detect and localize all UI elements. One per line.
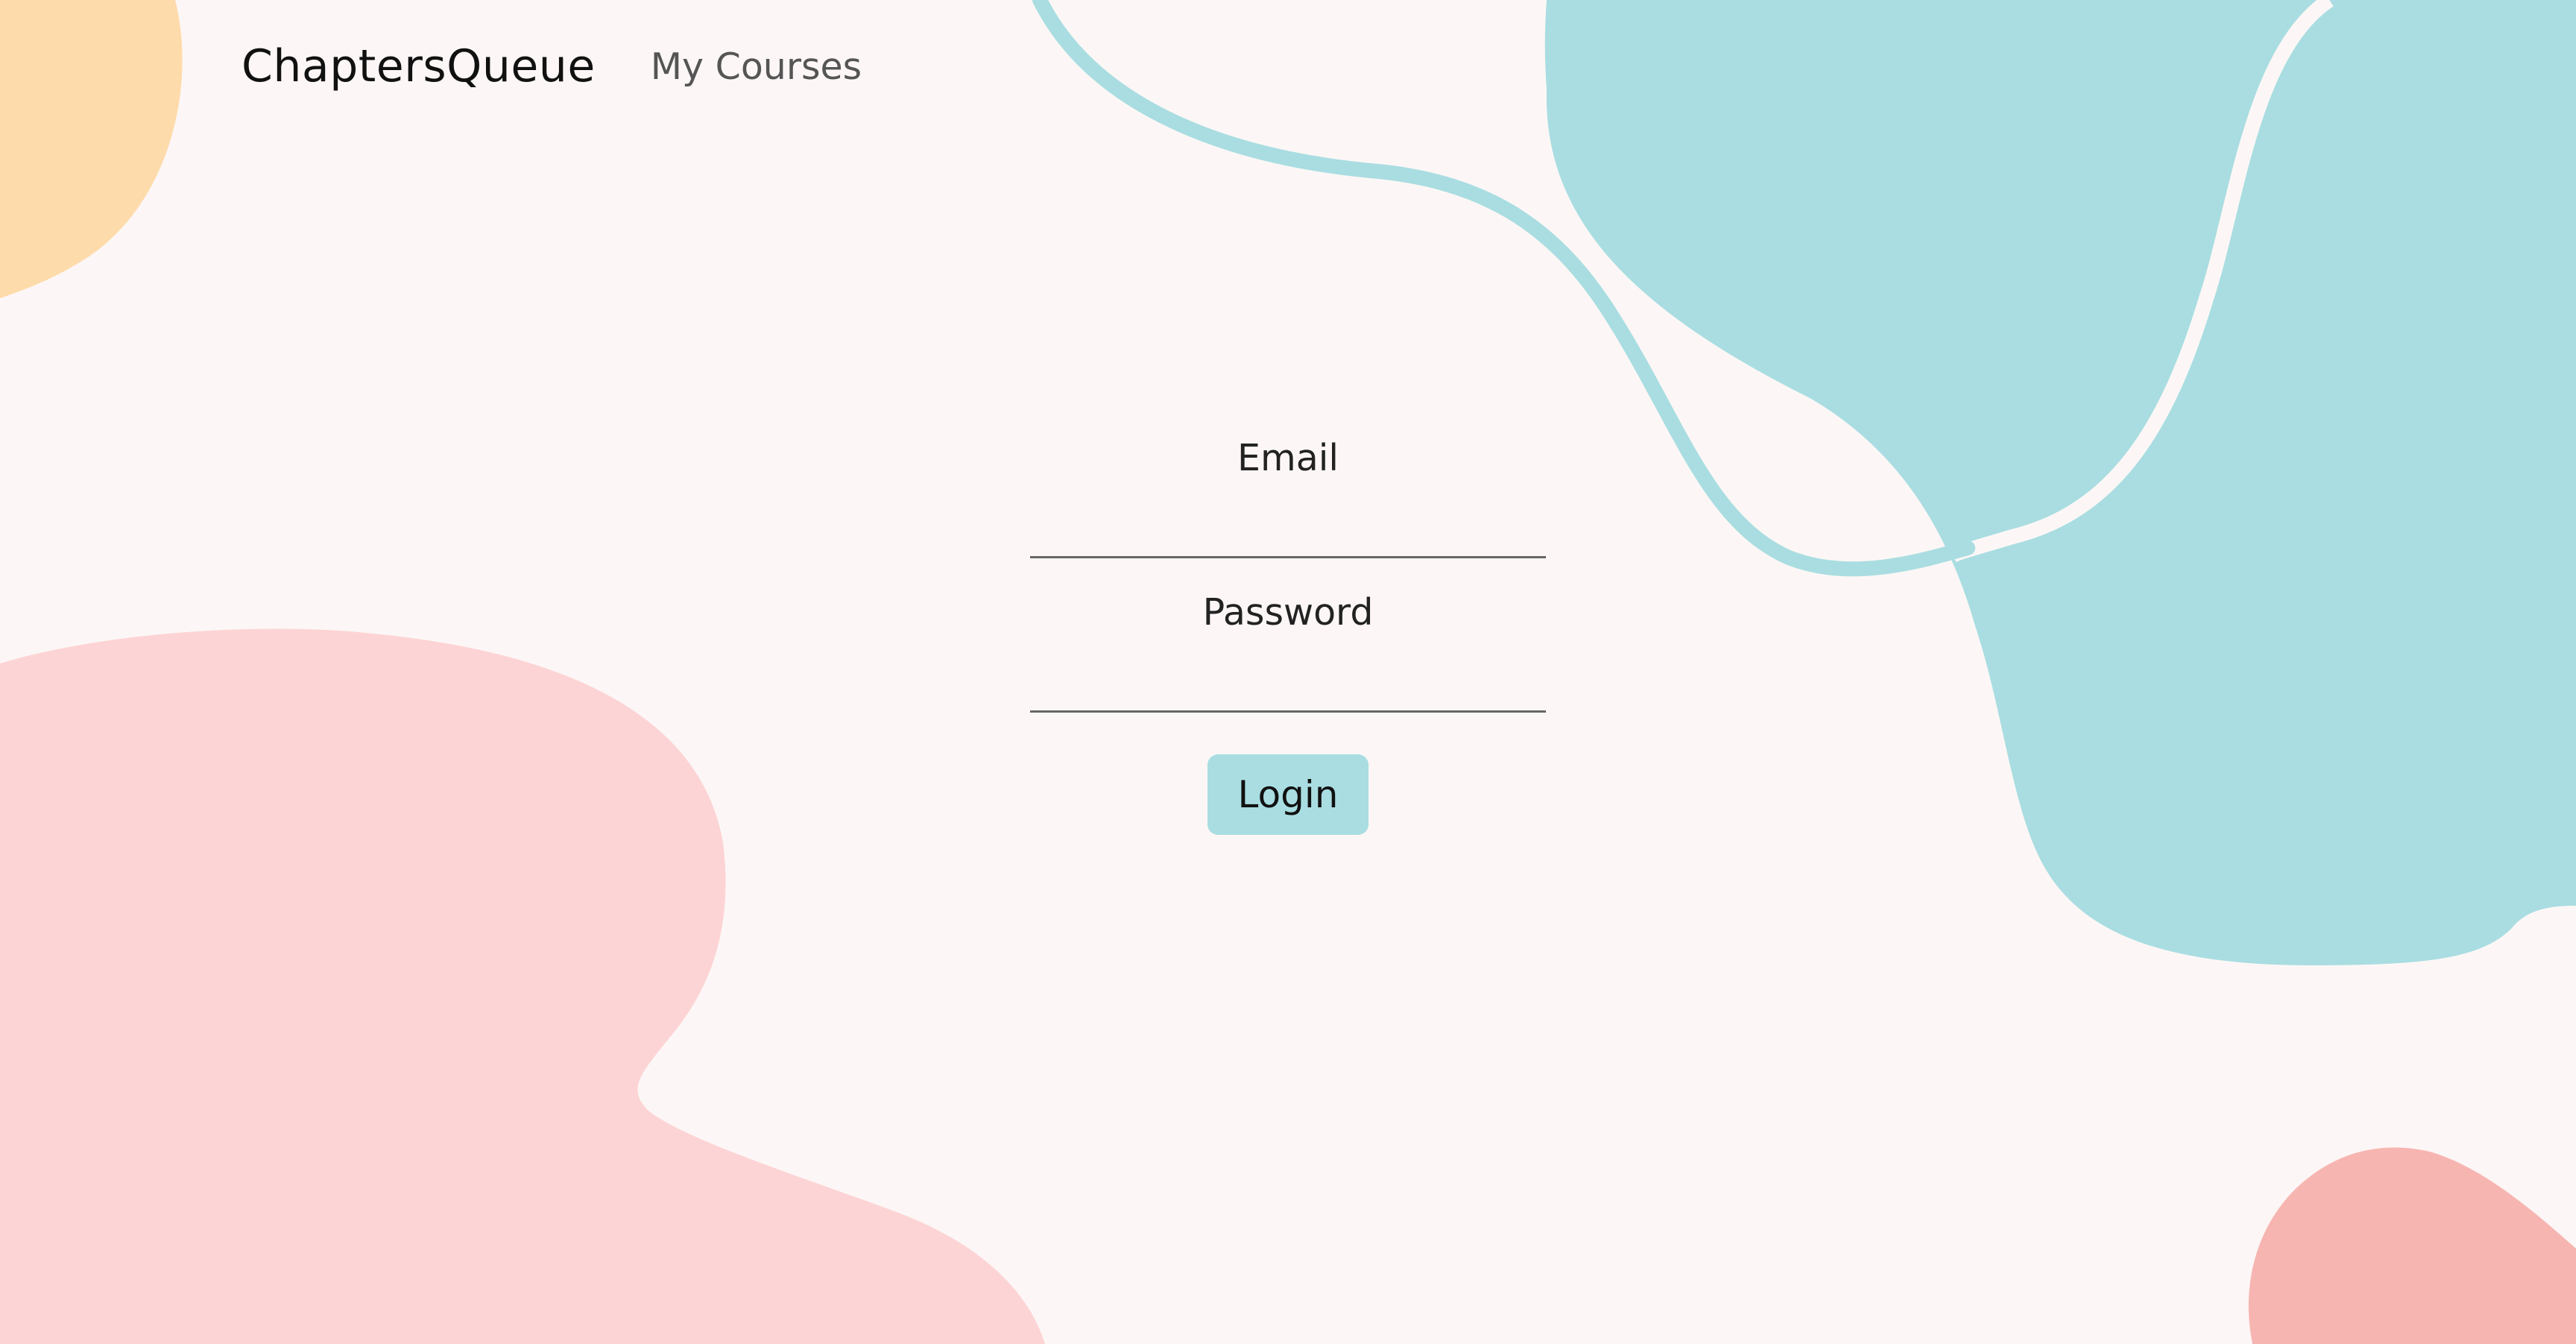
login-form: Email Password Login — [1030, 440, 1546, 835]
email-field[interactable] — [1030, 476, 1546, 558]
nav-link-my-courses[interactable]: My Courses — [651, 45, 862, 88]
login-page: ChaptersQueue My Courses Email Password … — [0, 0, 2576, 1344]
pink-blob — [0, 628, 1045, 1344]
password-label: Password — [1202, 591, 1374, 634]
peach-blob — [0, 0, 183, 298]
login-button[interactable]: Login — [1208, 754, 1368, 835]
password-field[interactable] — [1030, 631, 1546, 713]
email-label: Email — [1237, 437, 1339, 479]
coral-blob — [2248, 1147, 2576, 1344]
brand-logo-text[interactable]: ChaptersQueue — [242, 40, 596, 92]
top-nav: ChaptersQueue My Courses — [242, 36, 862, 97]
